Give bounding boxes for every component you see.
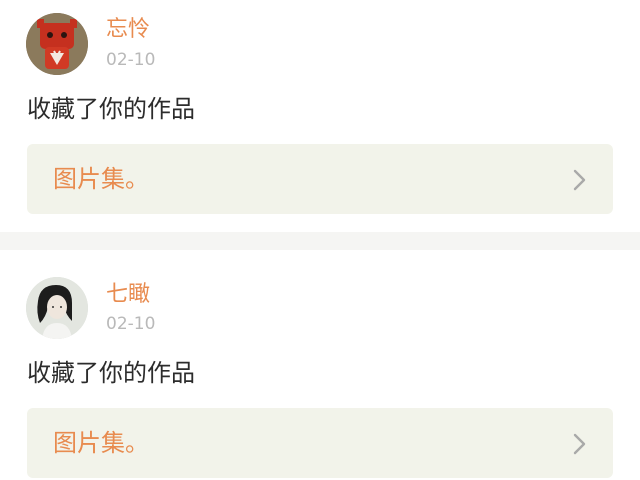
artwork-link[interactable]: 图片集。	[27, 408, 613, 478]
activity-card: 忘怜 02-10 收藏了你的作品 图片集。	[0, 0, 640, 232]
activity-feed: 忘怜 02-10 收藏了你的作品 图片集。 七瞰 02-10 收藏了你的作品 图…	[0, 0, 640, 480]
username[interactable]: 七瞰	[106, 281, 150, 309]
username[interactable]: 忘怜	[106, 16, 150, 44]
chevron-right-icon	[573, 169, 587, 191]
red-character-avatar-icon	[26, 13, 88, 75]
activity-text: 收藏了你的作品	[27, 359, 195, 387]
avatar[interactable]	[26, 277, 88, 339]
activity-text: 收藏了你的作品	[27, 95, 195, 123]
artwork-link[interactable]: 图片集。	[27, 144, 613, 214]
post-date: 02-10	[106, 314, 156, 334]
avatar[interactable]	[26, 13, 88, 75]
card-separator	[0, 232, 640, 250]
artwork-title: 图片集。	[53, 165, 149, 193]
activity-card: 七瞰 02-10 收藏了你的作品 图片集。	[0, 250, 640, 480]
girl-portrait-avatar-icon	[26, 277, 88, 339]
chevron-right-icon	[573, 433, 587, 455]
post-date: 02-10	[106, 50, 156, 70]
artwork-title: 图片集。	[53, 429, 149, 457]
